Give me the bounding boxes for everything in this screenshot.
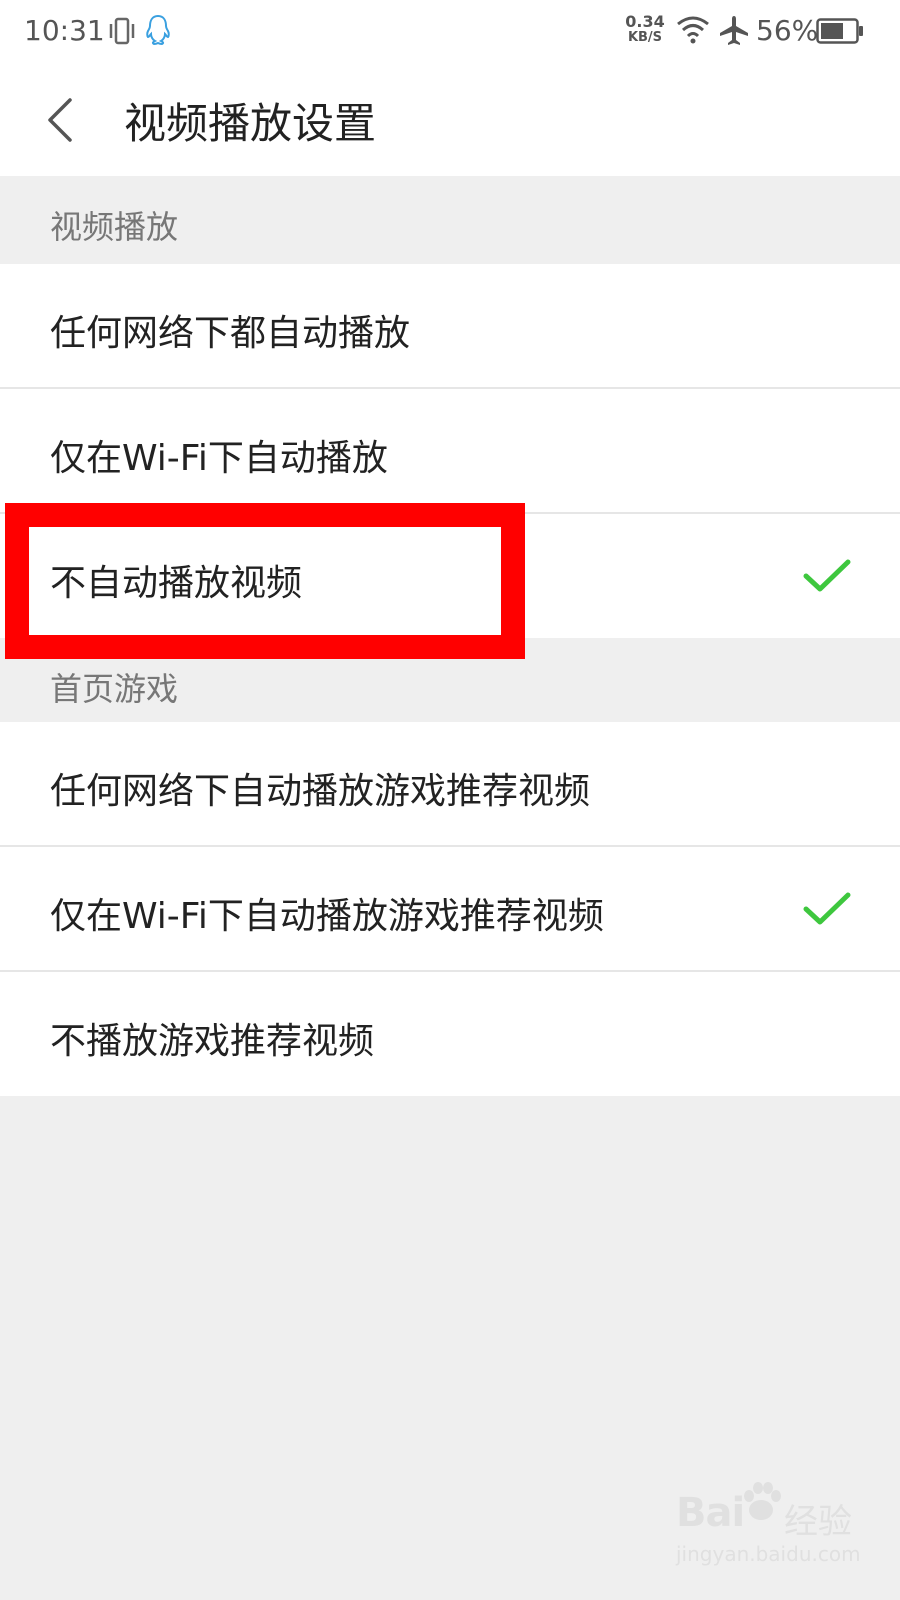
baidu-watermark: Bai 经验 jingyan.baidu.com (676, 1476, 866, 1586)
option-label: 仅在Wi-Fi下自动播放 (50, 438, 388, 479)
check-icon (803, 559, 851, 592)
option-label: 不播放游戏推荐视频 (50, 1021, 375, 1062)
option-autoplay-any-network[interactable]: 任何网络下都自动播放 (0, 264, 900, 388)
option-game-no-autoplay[interactable]: 不播放游戏推荐视频 (0, 972, 900, 1096)
battery-icon (816, 18, 863, 44)
option-label: 不自动播放视频 (50, 563, 303, 604)
airplane-icon (720, 16, 748, 45)
watermark-url: jingyan.baidu.com (676, 1542, 861, 1566)
status-bar: 10:31 0.34 KB/S 56% (0, 0, 900, 64)
watermark-logo-tail: 经验 (784, 1502, 852, 1542)
watermark-logo: Bai (676, 1490, 745, 1536)
status-time: 10:31 (24, 14, 105, 47)
option-game-autoplay-any-network[interactable]: 任何网络下自动播放游戏推荐视频 (0, 722, 900, 846)
option-autoplay-wifi-only[interactable]: 仅在Wi-Fi下自动播放 (0, 389, 900, 513)
option-game-autoplay-wifi-only[interactable]: 仅在Wi-Fi下自动播放游戏推荐视频 (0, 847, 900, 971)
network-speed: 0.34 KB/S (622, 14, 668, 46)
section-header-home-games: 首页游戏 (0, 638, 900, 726)
battery-percent: 56% (756, 14, 819, 47)
option-label: 任何网络下自动播放游戏推荐视频 (50, 771, 591, 812)
chevron-left-icon[interactable] (40, 94, 80, 146)
option-label: 仅在Wi-Fi下自动播放游戏推荐视频 (50, 896, 604, 937)
qq-penguin-icon (146, 14, 170, 46)
vibrate-icon (109, 17, 135, 45)
option-no-autoplay[interactable]: 不自动播放视频 (0, 514, 900, 638)
section-label: 首页游戏 (50, 670, 179, 708)
section-header-video-playback: 视频播放 (0, 176, 900, 264)
app-header: 视频播放设置 (0, 64, 900, 176)
wifi-icon (677, 16, 709, 44)
network-speed-value: 0.34 (625, 12, 665, 31)
page-title: 视频播放设置 (124, 99, 377, 148)
check-icon (803, 892, 851, 925)
option-label: 任何网络下都自动播放 (50, 313, 411, 354)
baidu-paw-icon (744, 1482, 781, 1520)
network-speed-unit: KB/S (627, 30, 663, 45)
section-label: 视频播放 (50, 208, 179, 246)
